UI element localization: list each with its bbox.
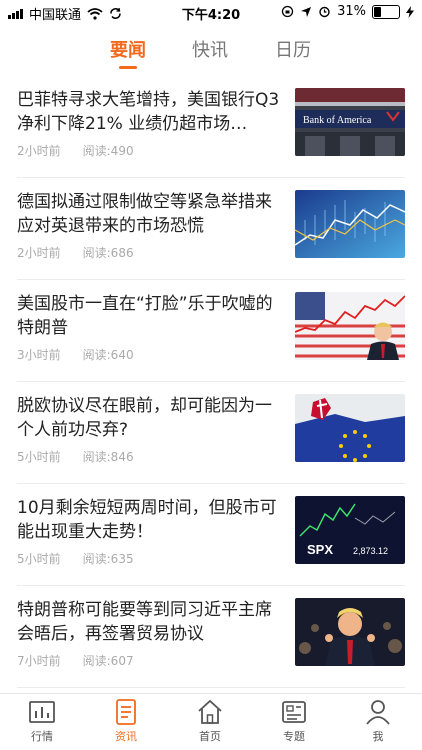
home-icon	[198, 699, 222, 724]
news-reads: 阅读:846	[82, 450, 134, 464]
nav-topics[interactable]: 专题	[252, 698, 336, 744]
nav-me-label: 我	[372, 730, 384, 743]
thumb-bank-text: Bank of America	[303, 115, 372, 126]
nav-news-label: 资讯	[115, 730, 137, 743]
news-item[interactable]: 美国股市一直在“打脸”乐于吹嘘的特朗普 3小时前 阅读:640	[17, 280, 405, 382]
thumb-spx-value: 2,873.12	[353, 546, 388, 556]
document-icon	[116, 699, 136, 725]
news-meta: 2小时前 阅读:490	[17, 142, 134, 159]
news-reads: 阅读:607	[82, 654, 134, 668]
chart-icon	[29, 701, 55, 723]
active-tab-indicator	[119, 66, 137, 69]
news-item[interactable]: 脱欧协议尽在眼前，却可能因为一个人前功尽弃? 5小时前 阅读:846	[17, 382, 405, 484]
news-time: 2小时前	[17, 246, 61, 260]
news-title: 脱欧协议尽在眼前，却可能因为一个人前功尽弃?	[17, 396, 272, 440]
news-list: 巴菲特寻求大笔增持，美国银行Q3净利下降21% 业绩仍超市场… 2小时前 阅读:4…	[0, 76, 422, 688]
thumb-spx-label: SPX	[307, 542, 333, 557]
news-meta: 7小时前 阅读:607	[17, 652, 134, 669]
news-title: 巴菲特寻求大笔增持，美国银行Q3净利下降21% 业绩仍超市场…	[17, 90, 280, 134]
news-item[interactable]: 德国拟通过限制做空等紧急举措来应对英退带来的市场恐慌 2小时前 阅读:686	[17, 178, 405, 280]
charging-icon	[406, 5, 414, 18]
news-meta: 3小时前 阅读:640	[17, 346, 134, 363]
nav-me[interactable]: 我	[336, 698, 420, 744]
news-meta: 2小时前 阅读:686	[17, 244, 134, 261]
news-meta: 5小时前 阅读:846	[17, 448, 134, 465]
status-bar: 中国联通 下午4:20 31%	[0, 0, 422, 24]
tab-headlines[interactable]: 要闻	[110, 36, 146, 62]
tab-calendar[interactable]: 日历	[275, 36, 311, 62]
news-reads: 阅读:490	[82, 144, 134, 158]
news-time: 3小时前	[17, 348, 61, 362]
battery-percent: 31%	[337, 4, 366, 19]
news-thumbnail-trump-chart	[295, 292, 405, 360]
news-item[interactable]: 特朗普称可能要等到同习近平主席会晤后，再签署贸易协议 7小时前 阅读:607	[17, 586, 405, 688]
news-thumbnail-market-chart	[295, 190, 405, 258]
nav-home-label: 首页	[199, 730, 221, 743]
news-thumbnail-spx: SPX 2,873.12	[295, 496, 405, 564]
news-item[interactable]: 10月剩余短短两周时间，但股市可能出现重大走势！ 5小时前 阅读:635 SPX …	[17, 484, 405, 586]
news-item[interactable]: 巴菲特寻求大笔增持，美国银行Q3净利下降21% 业绩仍超市场… 2小时前 阅读:4…	[17, 76, 405, 178]
user-icon	[366, 700, 390, 725]
nav-home[interactable]: 首页	[168, 698, 252, 744]
nav-topics-label: 专题	[283, 730, 305, 743]
news-thumbnail-brexit-map	[295, 394, 405, 462]
topic-card-icon	[282, 701, 306, 723]
news-time: 5小时前	[17, 450, 61, 464]
news-thumbnail-bank: Bank of America	[295, 88, 405, 156]
news-meta: 5小时前 阅读:635	[17, 550, 134, 567]
news-title: 10月剩余短短两周时间，但股市可能出现重大走势！	[17, 498, 277, 542]
news-title: 德国拟通过限制做空等紧急举措来应对英退带来的市场恐慌	[17, 192, 272, 236]
bottom-nav: 行情 资讯 首页 专题 我	[0, 693, 422, 750]
news-reads: 阅读:635	[82, 552, 134, 566]
battery-icon	[372, 4, 400, 19]
nav-market[interactable]: 行情	[0, 698, 84, 744]
news-time: 5小时前	[17, 552, 61, 566]
tab-flash[interactable]: 快讯	[192, 36, 228, 62]
news-time: 7小时前	[17, 654, 61, 668]
orientation-lock-icon	[281, 5, 294, 18]
nav-market-label: 行情	[31, 730, 53, 743]
alarm-icon	[319, 6, 330, 18]
location-icon	[301, 6, 312, 17]
top-tabs: 要闻 快讯 日历	[0, 36, 422, 70]
news-title: 特朗普称可能要等到同习近平主席会晤后，再签署贸易协议	[17, 600, 272, 644]
news-reads: 阅读:686	[82, 246, 134, 260]
news-reads: 阅读:640	[82, 348, 134, 362]
news-title: 美国股市一直在“打脸”乐于吹嘘的特朗普	[17, 294, 273, 338]
news-time: 2小时前	[17, 144, 61, 158]
nav-news[interactable]: 资讯	[84, 698, 168, 744]
news-thumbnail-trump-photo	[295, 598, 405, 666]
